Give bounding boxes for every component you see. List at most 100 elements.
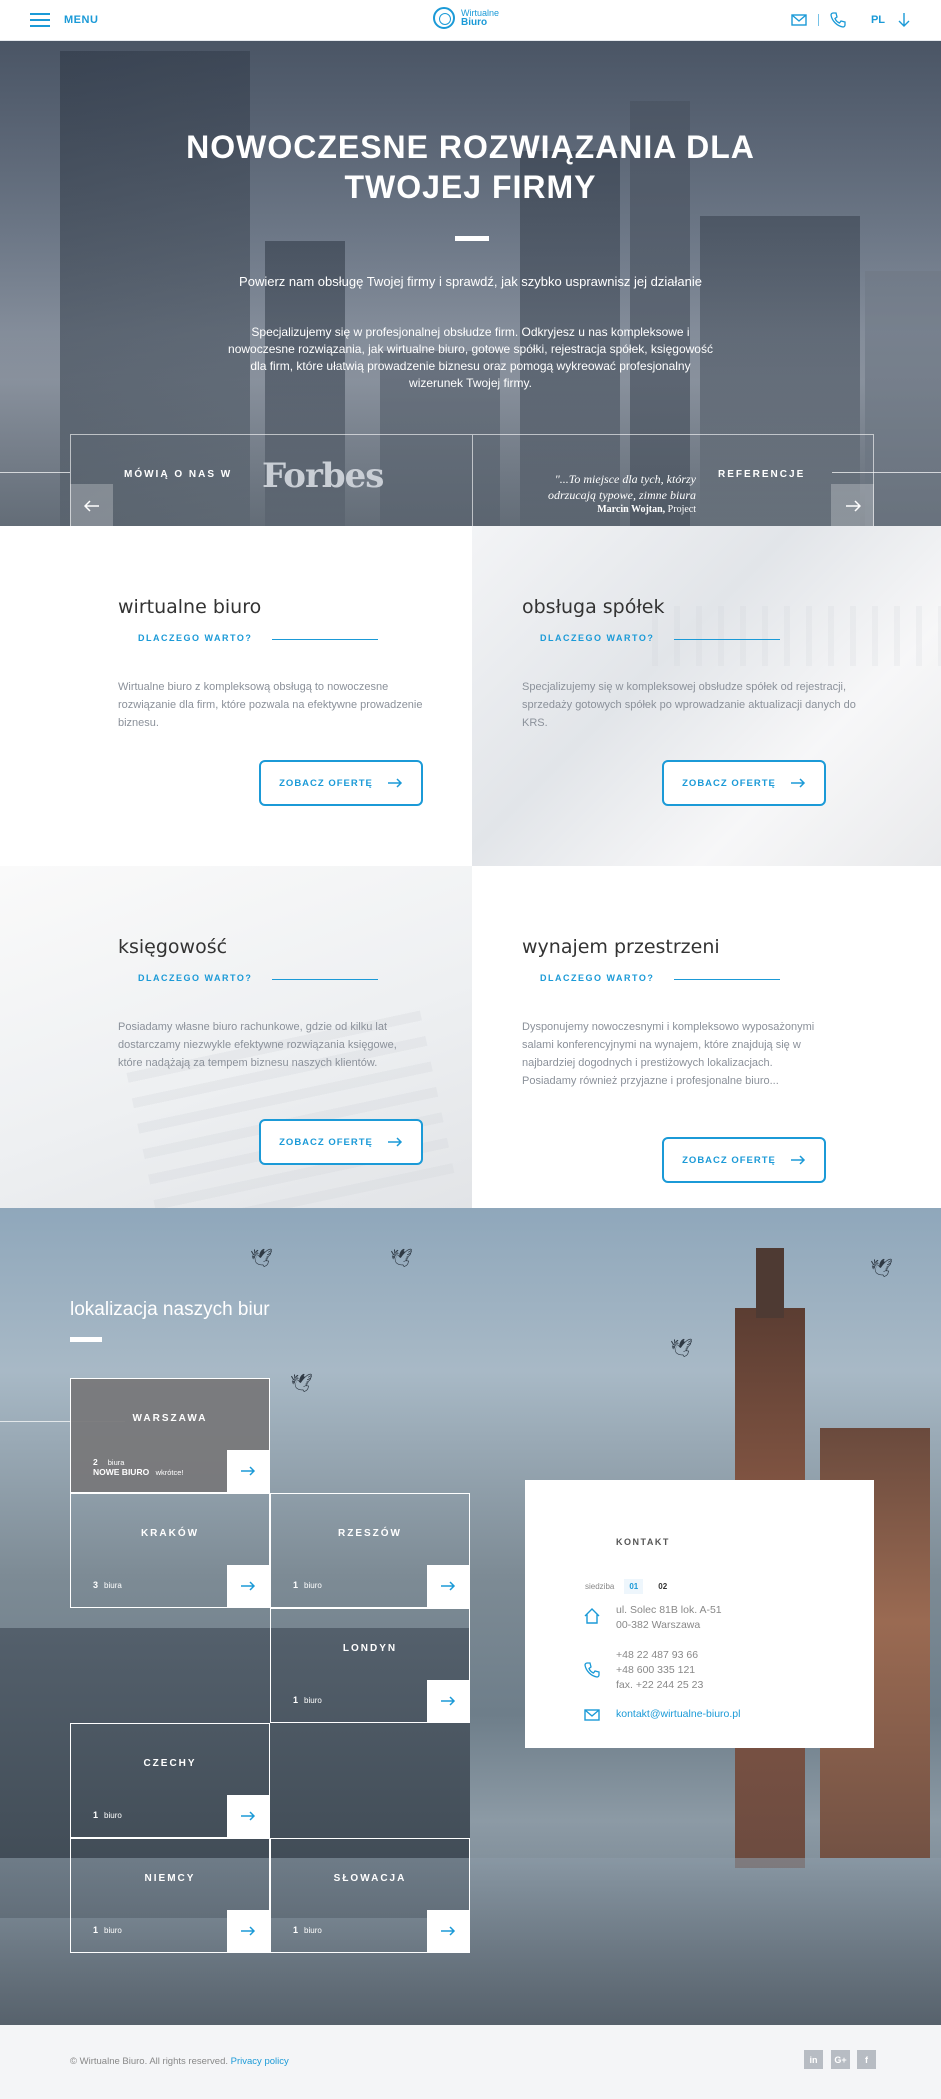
office-count: 1	[293, 1580, 299, 1590]
logo[interactable]: Wirtualne Biuro	[433, 7, 499, 29]
page: MENU Wirtualne Biuro PL NOWOCZESNE ROZWI…	[0, 0, 941, 2099]
office-count: 1	[93, 1810, 99, 1820]
see-offer-button[interactable]: ZOBACZ OFERTĘ	[259, 760, 423, 806]
location-name: LONDYN	[342, 1643, 398, 1654]
arrow-down-icon[interactable]	[895, 11, 913, 29]
email-link[interactable]: kontakt@wirtualne-biuro.pl	[616, 1707, 740, 1722]
see-offer-button[interactable]: ZOBACZ OFERTĘ	[662, 760, 826, 806]
why-worth-label: DLACZEGO WARTO?	[540, 973, 655, 983]
see-offer-button[interactable]: ZOBACZ OFERTĘ	[662, 1137, 826, 1183]
service-ksiegowosc: księgowość DLACZEGO WARTO? Posiadamy wła…	[0, 866, 472, 1208]
location-arrow-button[interactable]	[427, 1565, 469, 1607]
office-unit: biuro	[304, 1696, 322, 1705]
hero-description: Specjalizujemy się w profesjonalnej obsł…	[228, 325, 713, 390]
hero-title: NOWOCZESNE ROZWIĄZANIA DLA TWOJEJ FIRMY	[0, 127, 941, 207]
logo-text: Wirtualne Biuro	[461, 8, 499, 28]
phone-icon[interactable]	[829, 11, 847, 29]
location-arrow-button[interactable]	[427, 1680, 469, 1722]
office-unit: biuro	[104, 1811, 122, 1820]
service-text: Dysponujemy nowoczesnymi i kompleksowo w…	[522, 1021, 815, 1087]
office-count: 2	[93, 1457, 98, 1467]
facebook-icon[interactable]: f	[857, 2050, 876, 2069]
tab-office-02[interactable]: 02	[653, 1579, 672, 1594]
location-name: WARSZAWA	[132, 1413, 208, 1424]
service-line	[674, 979, 780, 980]
location-card-krakow[interactable]: KRAKÓW 3 biura	[70, 1493, 270, 1608]
location-card-czechy[interactable]: CZECHY 1 biuro	[70, 1723, 270, 1838]
location-info: 1 biuro	[93, 1810, 122, 1820]
language-selector[interactable]: PL	[871, 14, 885, 26]
arrow-right-icon	[387, 778, 402, 788]
location-arrow-button[interactable]	[227, 1910, 269, 1952]
arrow-right-icon	[790, 778, 805, 788]
see-offer-button[interactable]: ZOBACZ OFERTĘ	[259, 1119, 423, 1165]
phone-number-2[interactable]: +48 600 335 121	[616, 1663, 703, 1678]
menu-button[interactable]: MENU	[30, 13, 98, 27]
hero-divider	[455, 236, 489, 241]
menu-label: MENU	[64, 14, 99, 26]
seat-label: siedziba	[585, 1582, 615, 1591]
office-count: 1	[293, 1695, 299, 1705]
tab-office-01[interactable]: 01	[624, 1579, 644, 1594]
arrow-right-icon	[441, 1696, 456, 1706]
testimonial-quote: "...To miejsce dla tych, którzy odrzucaj…	[518, 471, 696, 503]
arrow-right-icon	[845, 499, 861, 512]
office-unit: biura	[107, 1458, 125, 1467]
linkedin-icon[interactable]: in	[804, 2050, 823, 2069]
location-name: SŁOWACJA	[333, 1873, 407, 1884]
service-title: wynajem przestrzeni	[522, 936, 720, 958]
office-count: 1	[293, 1925, 299, 1935]
service-text: Specjalizujemy się w kompleksowej obsłud…	[522, 681, 856, 729]
location-arrow-button[interactable]	[227, 1795, 269, 1837]
bird-icon: 🕊	[290, 1373, 313, 1393]
button-label: ZOBACZ OFERTĘ	[279, 777, 373, 789]
service-title: wirtualne biuro	[118, 596, 262, 618]
service-text: Posiadamy własne biuro rachunkowe, gdzie…	[118, 1021, 397, 1069]
fax-number: fax. +22 244 25 23	[616, 1679, 704, 1691]
next-slide-button[interactable]	[831, 484, 874, 526]
phone-number-1[interactable]: +48 22 487 93 66	[616, 1648, 703, 1663]
service-line	[674, 639, 780, 640]
privacy-policy-link[interactable]: Privacy policy	[231, 2056, 289, 2067]
google-plus-icon[interactable]: G+	[831, 2050, 850, 2069]
service-obsluga-spolek: obsługa spółek DLACZEGO WARTO? Specjaliz…	[472, 526, 941, 866]
location-arrow-button[interactable]	[427, 1910, 469, 1952]
why-worth-label: DLACZEGO WARTO?	[138, 973, 253, 983]
location-info: 1 biuro	[293, 1925, 322, 1935]
header-divider	[817, 14, 819, 26]
bird-icon: 🕊	[870, 1258, 893, 1278]
office-unit: biuro	[104, 1926, 122, 1935]
location-card-niemcy[interactable]: NIEMCY 1 biuro	[70, 1838, 270, 1953]
location-name: CZECHY	[143, 1758, 197, 1769]
service-title: księgowość	[118, 936, 228, 958]
location-arrow-button[interactable]	[227, 1450, 269, 1492]
button-label: ZOBACZ OFERTĘ	[279, 1136, 373, 1148]
hero-title-line1: NOWOCZESNE ROZWIĄZANIA DLA	[186, 129, 755, 165]
quote-author: Marcin Wojtan, Project	[518, 504, 696, 515]
mail-icon	[584, 1709, 600, 1721]
hero-lead: Powierz nam obsługę Twojej firmy i spraw…	[239, 274, 702, 289]
locations-divider	[70, 1337, 102, 1342]
service-line	[272, 979, 378, 980]
location-card-warszawa[interactable]: WARSZAWA 2 biura NOWE BIURO wkrótce!	[70, 1378, 270, 1493]
arrow-right-icon	[387, 1137, 402, 1147]
location-card-slowacja[interactable]: SŁOWACJA 1 biuro	[270, 1838, 470, 1953]
service-line	[272, 639, 378, 640]
logo-line2: Biuro	[461, 17, 488, 28]
location-card-rzeszow[interactable]: RZESZÓW 1 biuro	[270, 1493, 470, 1608]
location-name: RZESZÓW	[338, 1528, 402, 1539]
office-unit: biuro	[304, 1581, 322, 1590]
arrow-right-icon	[241, 1811, 256, 1821]
top-navbar: MENU Wirtualne Biuro PL	[0, 0, 941, 41]
arrow-right-icon	[241, 1926, 256, 1936]
location-arrow-button[interactable]	[227, 1565, 269, 1607]
hero-title-line2: TWOJEJ FIRMY	[344, 169, 597, 205]
location-info: 1 biuro	[293, 1580, 322, 1590]
prev-slide-button[interactable]	[70, 484, 113, 526]
why-worth-label: DLACZEGO WARTO?	[138, 633, 253, 643]
mail-icon[interactable]	[790, 11, 808, 29]
location-card-londyn[interactable]: LONDYN 1 biuro	[270, 1608, 470, 1723]
arrow-right-icon	[241, 1581, 256, 1591]
quote-line2: odrzucają typowe, zimne biura	[548, 488, 696, 502]
arrow-right-icon	[241, 1466, 256, 1476]
